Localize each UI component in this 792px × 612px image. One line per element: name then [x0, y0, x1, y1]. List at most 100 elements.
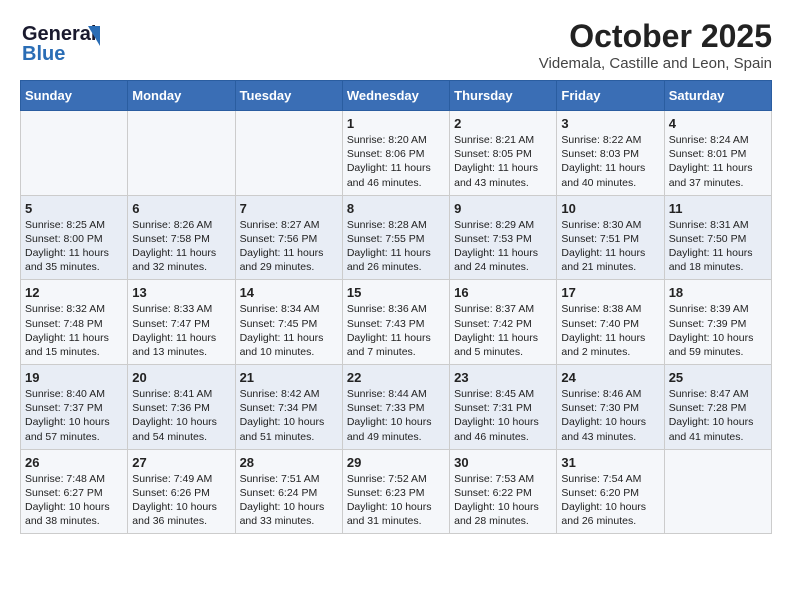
day-number: 5: [25, 201, 123, 216]
cell-info: Sunrise: 8:42 AMSunset: 7:34 PMDaylight:…: [240, 388, 325, 443]
day-number: 17: [561, 285, 659, 300]
calendar-cell: 24 Sunrise: 8:46 AMSunset: 7:30 PMDayligh…: [557, 365, 664, 450]
calendar-cell: 21 Sunrise: 8:42 AMSunset: 7:34 PMDayligh…: [235, 365, 342, 450]
day-number: 31: [561, 455, 659, 470]
col-monday: Monday: [128, 81, 235, 111]
day-number: 12: [25, 285, 123, 300]
day-number: 15: [347, 285, 445, 300]
col-thursday: Thursday: [450, 81, 557, 111]
cell-info: Sunrise: 8:38 AMSunset: 7:40 PMDaylight:…: [561, 303, 645, 358]
cell-info: Sunrise: 8:33 AMSunset: 7:47 PMDaylight:…: [132, 303, 216, 358]
day-number: 18: [669, 285, 767, 300]
calendar-cell: 4 Sunrise: 8:24 AMSunset: 8:01 PMDaylight…: [664, 111, 771, 196]
calendar-week-1: 5 Sunrise: 8:25 AMSunset: 8:00 PMDaylight…: [21, 195, 772, 280]
cell-info: Sunrise: 8:25 AMSunset: 8:00 PMDaylight:…: [25, 219, 109, 274]
day-number: 3: [561, 116, 659, 131]
cell-info: Sunrise: 8:36 AMSunset: 7:43 PMDaylight:…: [347, 303, 431, 358]
cell-info: Sunrise: 8:26 AMSunset: 7:58 PMDaylight:…: [132, 219, 216, 274]
day-number: 26: [25, 455, 123, 470]
calendar-week-2: 12Sunrise: 8:32 AMSunset: 7:48 PMDayligh…: [21, 280, 772, 365]
day-number: 4: [669, 116, 767, 131]
day-number: 24: [561, 370, 659, 385]
cell-info: Sunrise: 7:54 AMSunset: 6:20 PMDaylight:…: [561, 473, 646, 528]
day-number: 23: [454, 370, 552, 385]
calendar-cell: 27 Sunrise: 7:49 AMSunset: 6:26 PMDayligh…: [128, 449, 235, 534]
calendar-cell: 19 Sunrise: 8:40 AMSunset: 7:37 PMDayligh…: [21, 365, 128, 450]
day-number: 16: [454, 285, 552, 300]
calendar-cell: [21, 111, 128, 196]
logo: General Blue: [20, 18, 110, 66]
day-number: 14: [240, 285, 338, 300]
calendar-cell: 17 Sunrise: 8:38 AMSunset: 7:40 PMDayligh…: [557, 280, 664, 365]
page: General Blue October 2025 Videmala, Cast…: [0, 0, 792, 552]
cell-info: Sunrise: 8:46 AMSunset: 7:30 PMDaylight:…: [561, 388, 646, 443]
calendar-cell: 10 Sunrise: 8:30 AMSunset: 7:51 PMDayligh…: [557, 195, 664, 280]
calendar-cell: 6 Sunrise: 8:26 AMSunset: 7:58 PMDaylight…: [128, 195, 235, 280]
day-number: 22: [347, 370, 445, 385]
day-number: 7: [240, 201, 338, 216]
cell-info: Sunrise: 8:27 AMSunset: 7:56 PMDaylight:…: [240, 219, 324, 274]
cell-info: Sunrise: 8:39 AMSunset: 7:39 PMDaylight:…: [669, 303, 754, 358]
calendar-cell: [664, 449, 771, 534]
day-number: 28: [240, 455, 338, 470]
cell-info: Sunrise: 8:22 AMSunset: 8:03 PMDaylight:…: [561, 134, 645, 189]
col-friday: Friday: [557, 81, 664, 111]
calendar-cell: 30 Sunrise: 7:53 AMSunset: 6:22 PMDayligh…: [450, 449, 557, 534]
day-number: 21: [240, 370, 338, 385]
header: General Blue October 2025 Videmala, Cast…: [20, 18, 772, 72]
calendar-cell: [128, 111, 235, 196]
cell-info: Sunrise: 8:24 AMSunset: 8:01 PMDaylight:…: [669, 134, 753, 189]
title-block: October 2025 Videmala, Castille and Leon…: [539, 18, 772, 72]
calendar-cell: 11Sunrise: 8:31 AMSunset: 7:50 PMDayligh…: [664, 195, 771, 280]
calendar-cell: 9 Sunrise: 8:29 AMSunset: 7:53 PMDaylight…: [450, 195, 557, 280]
col-saturday: Saturday: [664, 81, 771, 111]
logo-svg: General Blue: [20, 18, 110, 66]
cell-info: Sunrise: 7:48 AMSunset: 6:27 PMDaylight:…: [25, 473, 110, 528]
cell-info: Sunrise: 8:41 AMSunset: 7:36 PMDaylight:…: [132, 388, 217, 443]
cell-info: Sunrise: 8:47 AMSunset: 7:28 PMDaylight:…: [669, 388, 754, 443]
cell-info: Sunrise: 8:29 AMSunset: 7:53 PMDaylight:…: [454, 219, 538, 274]
calendar-cell: 20 Sunrise: 8:41 AMSunset: 7:36 PMDayligh…: [128, 365, 235, 450]
month-title: October 2025: [539, 18, 772, 55]
day-number: 6: [132, 201, 230, 216]
day-number: 20: [132, 370, 230, 385]
calendar-cell: 31 Sunrise: 7:54 AMSunset: 6:20 PMDayligh…: [557, 449, 664, 534]
calendar-cell: 13Sunrise: 8:33 AMSunset: 7:47 PMDayligh…: [128, 280, 235, 365]
col-sunday: Sunday: [21, 81, 128, 111]
calendar-cell: 18 Sunrise: 8:39 AMSunset: 7:39 PMDayligh…: [664, 280, 771, 365]
cell-info: Sunrise: 7:51 AMSunset: 6:24 PMDaylight:…: [240, 473, 325, 528]
day-number: 8: [347, 201, 445, 216]
calendar-cell: 15 Sunrise: 8:36 AMSunset: 7:43 PMDayligh…: [342, 280, 449, 365]
calendar-cell: 14Sunrise: 8:34 AMSunset: 7:45 PMDayligh…: [235, 280, 342, 365]
day-number: 19: [25, 370, 123, 385]
header-row: Sunday Monday Tuesday Wednesday Thursday…: [21, 81, 772, 111]
day-number: 10: [561, 201, 659, 216]
calendar-cell: 5 Sunrise: 8:25 AMSunset: 8:00 PMDaylight…: [21, 195, 128, 280]
svg-text:Blue: Blue: [22, 43, 65, 65]
cell-info: Sunrise: 7:49 AMSunset: 6:26 PMDaylight:…: [132, 473, 217, 528]
calendar-cell: 26 Sunrise: 7:48 AMSunset: 6:27 PMDayligh…: [21, 449, 128, 534]
calendar-week-0: 1Sunrise: 8:20 AMSunset: 8:06 PMDaylight…: [21, 111, 772, 196]
cell-info: Sunrise: 8:40 AMSunset: 7:37 PMDaylight:…: [25, 388, 110, 443]
cell-info: Sunrise: 8:21 AMSunset: 8:05 PMDaylight:…: [454, 134, 538, 189]
calendar-cell: 2Sunrise: 8:21 AMSunset: 8:05 PMDaylight…: [450, 111, 557, 196]
cell-info: Sunrise: 7:53 AMSunset: 6:22 PMDaylight:…: [454, 473, 539, 528]
cell-info: Sunrise: 8:37 AMSunset: 7:42 PMDaylight:…: [454, 303, 538, 358]
calendar-cell: 3 Sunrise: 8:22 AMSunset: 8:03 PMDaylight…: [557, 111, 664, 196]
day-number: 11: [669, 201, 767, 216]
svg-text:General: General: [22, 23, 96, 45]
calendar-week-3: 19 Sunrise: 8:40 AMSunset: 7:37 PMDayligh…: [21, 365, 772, 450]
calendar-cell: 8 Sunrise: 8:28 AMSunset: 7:55 PMDaylight…: [342, 195, 449, 280]
day-number: 27: [132, 455, 230, 470]
day-number: 9: [454, 201, 552, 216]
calendar-cell: 23Sunrise: 8:45 AMSunset: 7:31 PMDayligh…: [450, 365, 557, 450]
calendar-cell: 7 Sunrise: 8:27 AMSunset: 7:56 PMDaylight…: [235, 195, 342, 280]
cell-info: Sunrise: 8:20 AMSunset: 8:06 PMDaylight:…: [347, 134, 431, 189]
cell-info: Sunrise: 8:28 AMSunset: 7:55 PMDaylight:…: [347, 219, 431, 274]
col-wednesday: Wednesday: [342, 81, 449, 111]
calendar-cell: [235, 111, 342, 196]
day-number: 30: [454, 455, 552, 470]
cell-info: Sunrise: 8:30 AMSunset: 7:51 PMDaylight:…: [561, 219, 645, 274]
calendar-week-4: 26 Sunrise: 7:48 AMSunset: 6:27 PMDayligh…: [21, 449, 772, 534]
day-number: 25: [669, 370, 767, 385]
